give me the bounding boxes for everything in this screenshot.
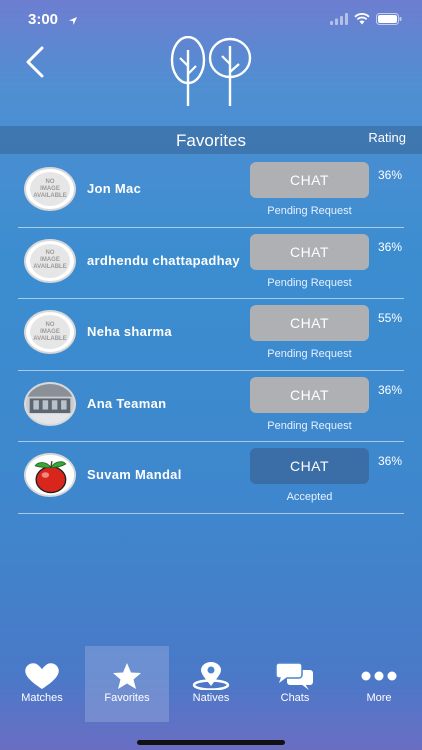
request-status: Pending Request [267, 419, 352, 432]
chat-bubbles-icon [253, 662, 337, 690]
status-bar: 3:00 [0, 0, 422, 40]
section-header: Favorites Rating [0, 126, 422, 154]
chat-button[interactable]: CHAT [250, 233, 369, 270]
wifi-icon [354, 12, 370, 30]
chat-button[interactable]: CHAT [250, 305, 369, 341]
tab-bar: Matches Favorites Natives Chats More [0, 646, 422, 722]
rating-value: 55% [378, 311, 403, 325]
tab-chats[interactable]: Chats [253, 646, 337, 722]
tab-label: More [366, 692, 392, 704]
avatar[interactable]: NO IMAGE AVAILABLE [24, 310, 76, 354]
request-status: Pending Request [267, 205, 352, 217]
rating-value: 36% [378, 382, 403, 397]
no-image-placeholder-icon: NO IMAGE AVAILABLE [30, 172, 70, 206]
list-item[interactable]: Suvam Mandal CHAT Accepted 36% [18, 442, 404, 514]
contact-name: ardhendu chattapadhay [87, 252, 240, 268]
tab-favorites[interactable]: Favorites [85, 646, 169, 722]
avatar[interactable] [24, 453, 76, 497]
contact-name: Neha sharma [87, 324, 172, 339]
home-indicator[interactable] [137, 740, 285, 745]
star-icon [85, 662, 169, 690]
rating-value: 36% [378, 168, 403, 182]
request-status: Pending Request [267, 276, 352, 289]
location-arrow-icon [68, 13, 78, 31]
rating-value: 36% [378, 239, 403, 254]
location-pin-icon [169, 662, 253, 690]
tab-label: Natives [192, 692, 230, 704]
list-item[interactable]: NO IMAGE AVAILABLE ardhendu chattapadhay C… [18, 228, 404, 299]
list-item[interactable]: NO IMAGE AVAILABLE Neha sharma CHAT Pendin… [18, 299, 404, 371]
more-dots-icon [337, 662, 421, 690]
tab-matches[interactable]: Matches [0, 646, 84, 722]
rating-column-label: Rating [368, 130, 406, 145]
battery-icon [376, 12, 402, 30]
tab-label: Matches [21, 692, 63, 704]
trees-logo-icon [166, 35, 258, 112]
no-image-placeholder-icon: NO IMAGE AVAILABLE [30, 315, 70, 349]
contact-name: Jon Mac [87, 181, 142, 196]
header [0, 35, 422, 124]
avatar[interactable]: NO IMAGE AVAILABLE [24, 238, 76, 283]
chat-button[interactable]: CHAT [250, 376, 369, 413]
heart-icon [0, 662, 84, 690]
chevron-left-icon [26, 46, 44, 78]
list-item[interactable]: NO IMAGE AVAILABLE Jon Mac CHAT Pending Re… [18, 156, 404, 228]
no-image-placeholder-icon: NO IMAGE AVAILABLE [30, 243, 70, 278]
tab-natives[interactable]: Natives [169, 646, 253, 722]
request-status: Accepted [286, 491, 333, 503]
signal-icon [330, 12, 348, 30]
status-time: 3:00 [28, 11, 59, 28]
chat-button[interactable]: CHAT [250, 448, 369, 484]
chat-button[interactable]: CHAT [250, 162, 369, 198]
building-photo-icon [26, 383, 74, 424]
tab-more[interactable]: More [337, 646, 421, 722]
back-button[interactable] [20, 42, 52, 78]
favorites-list: NO IMAGE AVAILABLE Jon Mac CHAT Pending Re… [18, 156, 404, 514]
avatar[interactable]: NO IMAGE AVAILABLE [24, 167, 76, 211]
apple-photo-icon [26, 455, 74, 495]
rating-value: 36% [378, 454, 403, 468]
tab-label: Favorites [104, 692, 150, 704]
contact-name: Ana Teaman [87, 395, 167, 411]
request-status: Pending Request [267, 348, 352, 360]
page-title: Favorites [176, 131, 246, 150]
tab-label: Chats [280, 692, 310, 704]
list-item[interactable]: Ana Teaman CHAT Pending Request 36% [18, 371, 404, 442]
avatar[interactable] [24, 381, 76, 426]
contact-name: Suvam Mandal [87, 467, 182, 482]
